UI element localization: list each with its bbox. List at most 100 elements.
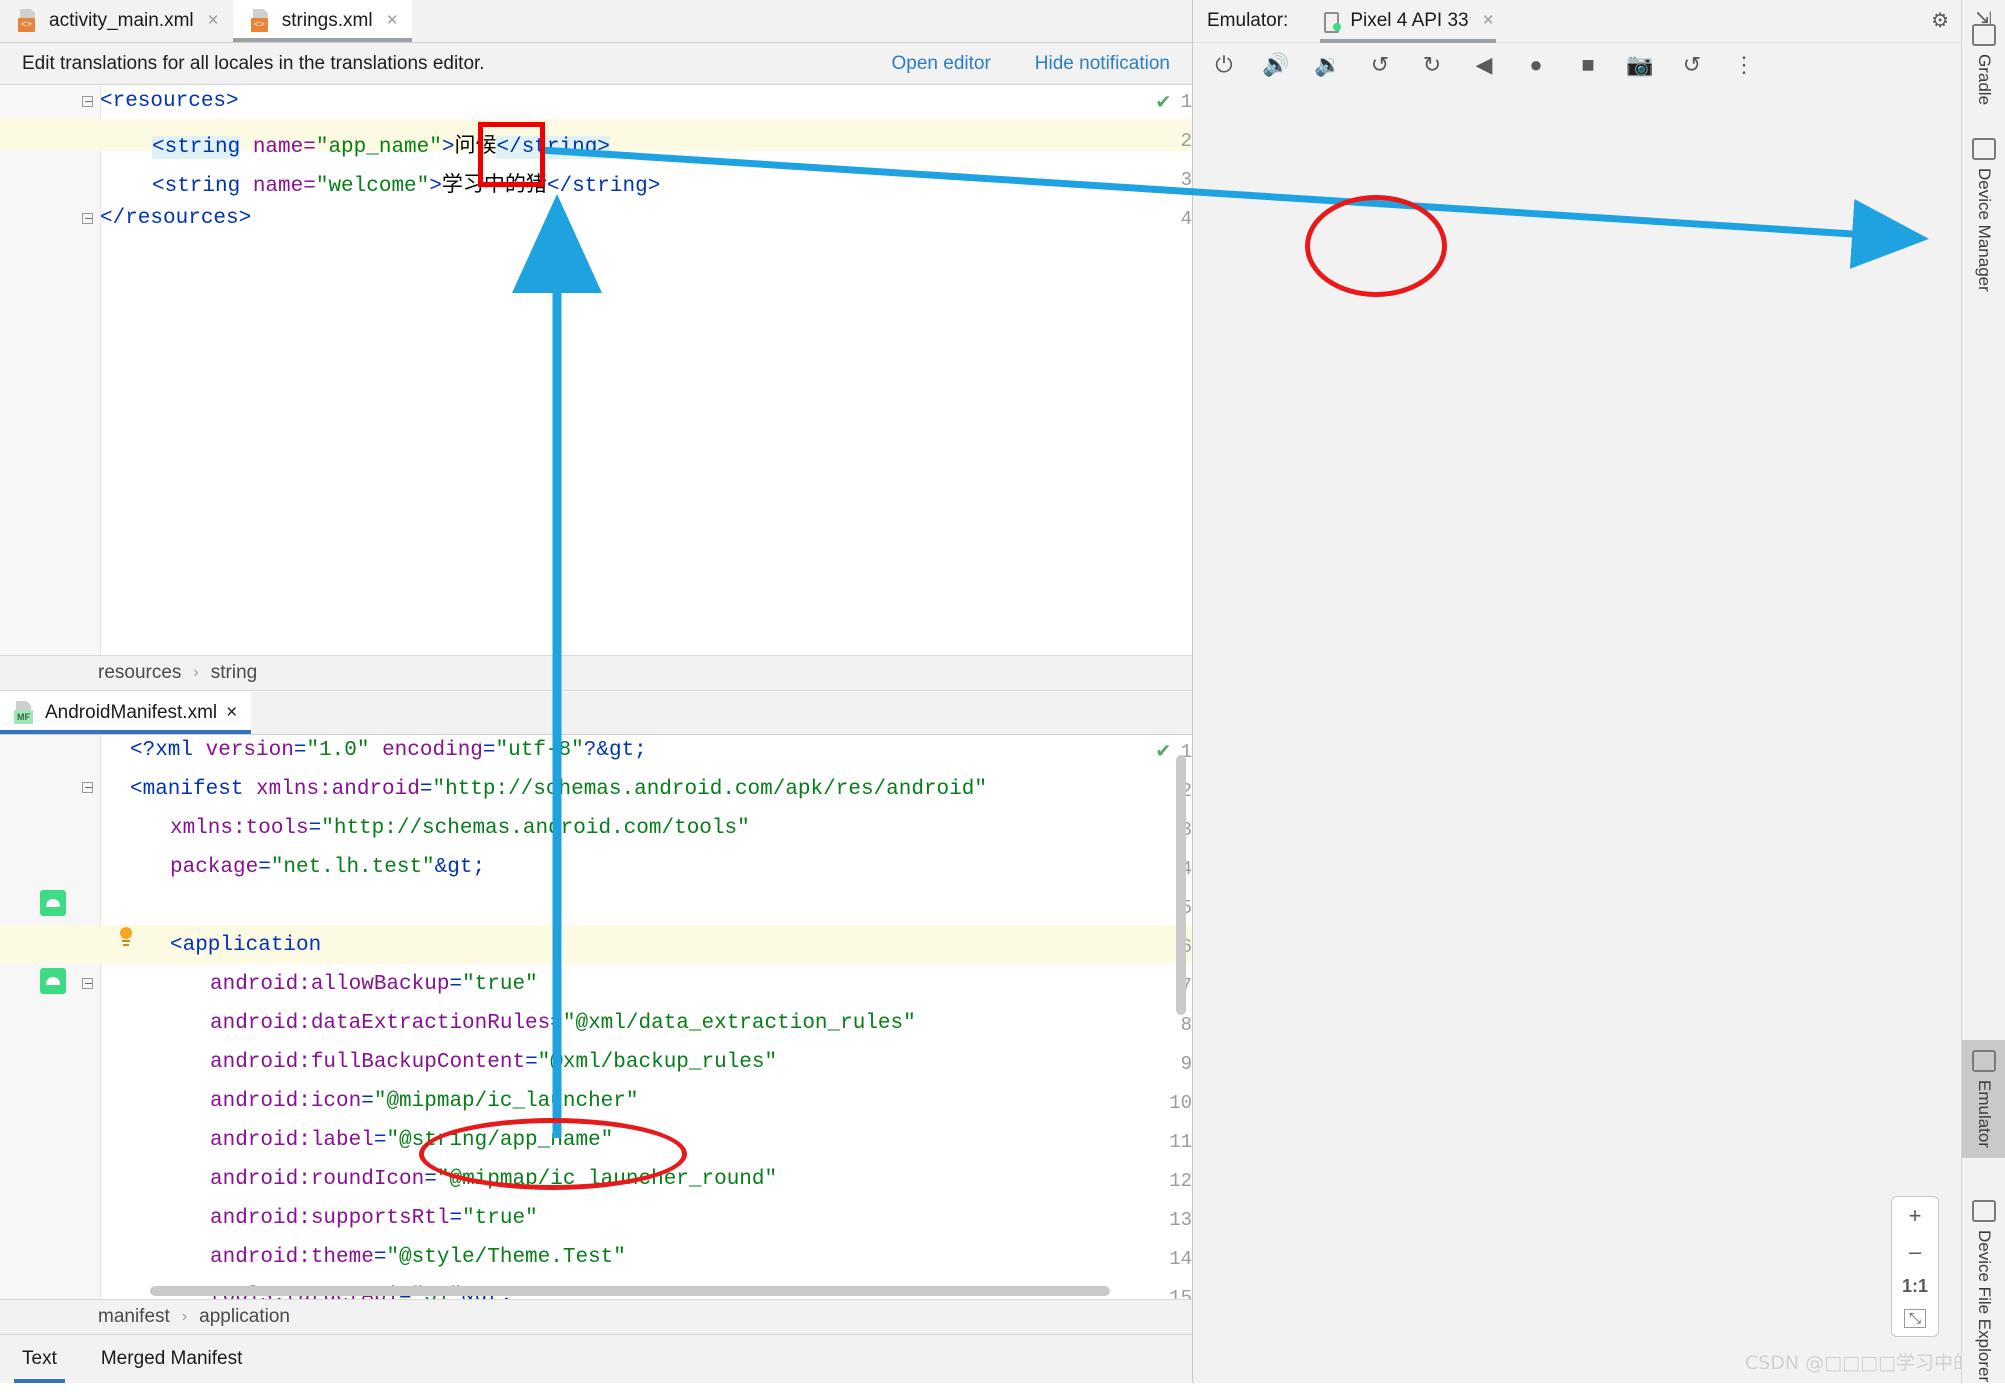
volume-up-icon[interactable]: 🔊	[1262, 52, 1289, 78]
manifest-xml-editor[interactable]: <?xml version="1.0" encoding="utf-8"?&gt…	[0, 735, 1192, 1300]
hide-notification-link[interactable]: Hide notification	[1035, 53, 1170, 75]
breadcrumb-root[interactable]: resources	[98, 662, 181, 684]
more-icon[interactable]: ⋮	[1731, 52, 1757, 78]
tab-activity-main-xml[interactable]: <> activity_main.xml ×	[0, 0, 233, 42]
close-icon[interactable]: ×	[1483, 10, 1494, 32]
fold-marker[interactable]	[82, 96, 95, 109]
intention-bulb-icon[interactable]	[118, 927, 134, 949]
code-token: "app_name"	[315, 136, 442, 159]
home-icon[interactable]: ●	[1523, 52, 1549, 78]
manifest-breadcrumb: manifest › application	[0, 1299, 1192, 1335]
power-icon[interactable]: ⏻	[1211, 52, 1237, 78]
tool-window-label: Gradle	[1975, 54, 1994, 106]
tool-window-emulator[interactable]: Emulator	[1962, 1040, 2005, 1159]
code-line-13: android:supportsRtl="true"	[210, 1207, 538, 1230]
screenshot-icon[interactable]: 📷	[1626, 52, 1653, 78]
code-token: </string>	[546, 175, 661, 198]
emulator-tab-bar: Emulator: Pixel 4 API 33 × ⚙ —	[1193, 0, 2005, 43]
gradle-elephant-icon	[1972, 24, 1996, 46]
code-line-6: <application	[170, 934, 322, 957]
inspection-ok-icon: ✔	[1156, 739, 1170, 764]
tool-window-label: Emulator	[1975, 1080, 1994, 1149]
line-number-gutter	[0, 735, 48, 1300]
breadcrumb-leaf[interactable]: application	[199, 1306, 290, 1328]
code-token: </resources>	[100, 207, 252, 230]
close-icon[interactable]: ×	[208, 11, 219, 30]
tab-pixel-4-api-33[interactable]: Pixel 4 API 33 ×	[1316, 0, 1499, 43]
code-line-4: </resources>	[100, 207, 251, 230]
rotate-right-icon[interactable]: ↻	[1419, 52, 1445, 78]
code-token: >	[441, 136, 455, 159]
code-line-10: android:icon="@mipmap/ic_launcher"	[210, 1090, 639, 1113]
code-line-7: android:allowBackup="true"	[210, 973, 538, 996]
zoom-out-button[interactable]: –	[1909, 1241, 1921, 1263]
fold-gutter	[48, 735, 100, 1300]
line-number: 4	[1180, 208, 1192, 230]
code-line-14: android:theme="@style/Theme.Test"	[210, 1246, 626, 1269]
code-line-1: <resources>	[100, 90, 239, 113]
app-root: <> activity_main.xml × <> strings.xml × …	[0, 0, 2005, 1383]
annotation-ellipse-manifest-label	[419, 1118, 687, 1190]
emulator-device-icon	[1972, 1050, 1996, 1072]
xml-file-icon: <>	[250, 8, 273, 33]
emulator-panel: Emulator: Pixel 4 API 33 × ⚙ — ⏻ 🔊 🔉 ↺ ↻ ◀ ● ■ 📷…	[1193, 0, 2005, 1383]
tool-window-label: Device File Explorer	[1975, 1230, 1994, 1383]
annotation-ellipse-device-title	[1305, 195, 1447, 297]
manifest-view-tabs: Text Merged Manifest	[0, 1334, 1192, 1383]
line-number: 3	[1180, 169, 1192, 191]
manifest-file-icon: MF	[14, 701, 36, 725]
history-icon[interactable]: ↺	[1679, 52, 1705, 78]
line-number: 1	[1180, 91, 1192, 113]
chevron-right-icon: ›	[181, 1308, 188, 1325]
rotate-left-icon[interactable]: ↺	[1367, 52, 1393, 78]
tool-window-device-file-explorer[interactable]: Device File Explorer	[1962, 1190, 2005, 1392]
volume-down-icon[interactable]: 🔉	[1314, 52, 1341, 78]
tab-label: AndroidManifest.xml	[45, 702, 218, 723]
code-line-4: package="net.lh.test"&gt;	[170, 856, 486, 879]
tool-window-gradle[interactable]: Gradle	[1962, 14, 2005, 115]
emulator-toolbar: ⏻ 🔊 🔉 ↺ ↻ ◀ ● ■ 📷 ↺ ⋮	[1193, 43, 2005, 87]
zoom-fit-button[interactable]: ⤡	[1903, 1309, 1926, 1328]
tab-merged-manifest[interactable]: Merged Manifest	[79, 1335, 265, 1383]
overview-icon[interactable]: ■	[1575, 52, 1601, 78]
code-line-3: xmlns:tools="http://schemas.android.com/…	[170, 817, 750, 840]
code-line-8: android:dataExtractionRules="@xml/data_e…	[210, 1012, 916, 1035]
vertical-scrollbar[interactable]	[1176, 755, 1186, 1015]
line-number: 2	[1180, 130, 1192, 152]
open-editor-link[interactable]: Open editor	[892, 53, 991, 75]
tab-strings-xml[interactable]: <> strings.xml ×	[232, 0, 412, 42]
tab-text[interactable]: Text	[0, 1335, 79, 1383]
strings-xml-editor[interactable]: 1 2 3 4 <resources> <string name="app_na…	[0, 86, 1192, 666]
back-icon[interactable]: ◀	[1471, 52, 1497, 78]
fold-marker[interactable]	[82, 213, 95, 226]
code-token: name=	[240, 136, 316, 159]
close-icon[interactable]: ×	[226, 702, 237, 724]
notification-message: Edit translations for all locales in the…	[22, 52, 485, 74]
tab-androidmanifest-xml[interactable]: MF AndroidManifest.xml ×	[0, 692, 252, 734]
close-icon[interactable]: ×	[387, 11, 398, 30]
code-token: "welcome"	[315, 175, 430, 198]
code-token: <string	[152, 136, 241, 159]
fold-marker[interactable]	[82, 978, 95, 991]
tool-window-device-manager[interactable]: Device Manager	[1962, 128, 2005, 302]
chevron-right-icon: ›	[193, 664, 199, 681]
code-token: <string	[152, 175, 241, 198]
breadcrumb-leaf[interactable]: string	[211, 662, 257, 684]
fold-marker[interactable]	[82, 782, 95, 795]
annotation-rect-app-name-value	[478, 122, 545, 187]
xml-file-icon: <>	[18, 8, 40, 33]
emulator-panel-label: Emulator:	[1207, 10, 1289, 31]
device-file-explorer-icon	[1972, 1200, 1996, 1222]
breadcrumb-root[interactable]: manifest	[98, 1306, 170, 1328]
code-token: >	[429, 175, 442, 198]
zoom-in-button[interactable]: +	[1909, 1205, 1922, 1227]
tool-window-label: Device Manager	[1975, 168, 1994, 292]
horizontal-scrollbar[interactable]	[150, 1286, 1110, 1296]
zoom-actual-button[interactable]: 1:1	[1902, 1277, 1928, 1295]
gutter-divider	[100, 735, 101, 1300]
gear-icon[interactable]: ⚙	[1931, 11, 1949, 31]
code-token: <resources>	[100, 90, 239, 113]
inspection-ok-icon: ✔	[1156, 90, 1170, 115]
manifest-tab-bar: MF AndroidManifest.xml ×	[0, 692, 1192, 735]
watermark: CSDN @□□□□学习中的猪	[1744, 1352, 1991, 1374]
